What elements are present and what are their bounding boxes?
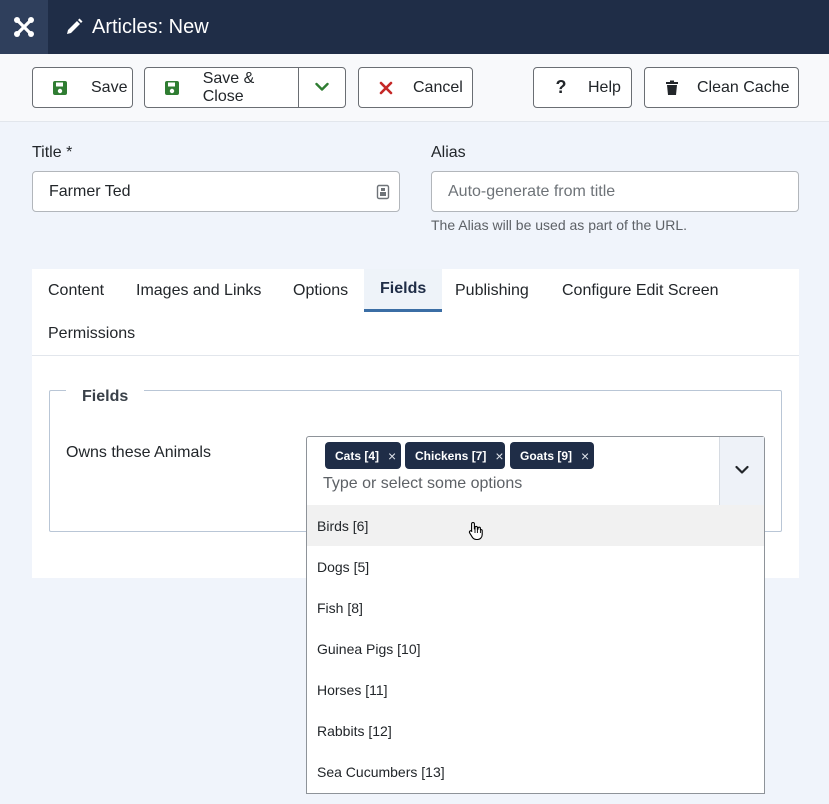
tab-permissions[interactable]: Permissions: [48, 312, 135, 355]
dropdown-option[interactable]: Sea Cucumbers [13]: [307, 751, 764, 792]
multiselect-toggle[interactable]: [719, 437, 764, 505]
save-close-button[interactable]: Save & Close: [145, 68, 300, 107]
joomla-logo-icon[interactable]: [0, 0, 48, 54]
save-close-button-group: Save & Close: [144, 67, 346, 108]
options-dropdown: Birds [6] Dogs [5] Fish [8] Guinea Pigs …: [306, 505, 765, 794]
owns-animals-label: Owns these Animals: [66, 444, 211, 461]
fields-legend: Fields: [66, 388, 145, 406]
help-button[interactable]: ? Help: [533, 67, 632, 108]
input-helper-icon: [376, 184, 390, 200]
alias-hint: The Alias will be used as part of the UR…: [431, 217, 688, 233]
chevron-down-icon: [735, 462, 749, 480]
title-input-value: Farmer Ted: [49, 182, 131, 200]
dropdown-option[interactable]: Guinea Pigs [10]: [307, 628, 764, 669]
top-header: Articles: New: [0, 0, 829, 54]
alias-input[interactable]: Auto-generate from title: [431, 171, 799, 212]
selected-chip: Goats [9] ×: [510, 442, 594, 469]
hand-pointer-icon: [468, 521, 484, 541]
tab-images-and-links[interactable]: Images and Links: [136, 269, 261, 312]
dropdown-option[interactable]: Fish [8]: [307, 587, 764, 628]
title-input[interactable]: Farmer Ted: [32, 171, 400, 212]
selected-chip: Cats [4] ×: [325, 442, 401, 469]
toolbar: Save Save & Close Cancel ? Help Clean Ca…: [0, 54, 829, 122]
animals-multiselect[interactable]: Cats [4] × Chickens [7] × Goats [9] × Ty…: [306, 436, 765, 506]
cancel-button[interactable]: Cancel: [358, 67, 473, 108]
dropdown-option[interactable]: Horses [11]: [307, 669, 764, 710]
remove-chip-button[interactable]: ×: [581, 448, 589, 464]
pencil-icon: [64, 17, 84, 37]
page-title: Articles: New: [92, 15, 209, 38]
title-label: Title *: [32, 144, 73, 161]
save-options-dropdown-toggle[interactable]: [299, 68, 345, 107]
save-button[interactable]: Save: [32, 67, 133, 108]
dropdown-option[interactable]: Birds [6]: [307, 505, 764, 546]
save-close-label: Save & Close: [202, 69, 255, 105]
floppy-disk-icon: [51, 79, 69, 97]
clean-cache-button[interactable]: Clean Cache: [644, 67, 799, 108]
tab-options[interactable]: Options: [293, 269, 348, 312]
tabs-divider: [32, 355, 799, 356]
save-button-label: Save: [91, 78, 128, 96]
multiselect-search-input[interactable]: Type or select some options: [323, 475, 522, 493]
close-icon: [377, 79, 395, 97]
selected-chip: Chickens [7] ×: [405, 442, 505, 469]
remove-chip-button[interactable]: ×: [495, 448, 503, 464]
trash-icon: [663, 79, 681, 97]
dropdown-option[interactable]: Dogs [5]: [307, 546, 764, 587]
question-mark-icon: ?: [555, 77, 567, 97]
alias-label: Alias: [431, 144, 466, 161]
clean-cache-label: Clean Cache: [697, 78, 790, 96]
chevron-down-icon: [315, 79, 329, 97]
floppy-disk-icon: [163, 79, 181, 97]
dropdown-option[interactable]: Rabbits [12]: [307, 710, 764, 751]
tab-publishing[interactable]: Publishing: [455, 269, 529, 312]
remove-chip-button[interactable]: ×: [388, 448, 396, 464]
tab-content[interactable]: Content: [48, 269, 104, 312]
help-button-label: Help: [588, 78, 621, 96]
tab-fields[interactable]: Fields: [364, 269, 443, 312]
cancel-button-label: Cancel: [413, 78, 463, 96]
alias-placeholder: Auto-generate from title: [448, 182, 616, 200]
tab-configure-edit-screen[interactable]: Configure Edit Screen: [562, 269, 719, 312]
